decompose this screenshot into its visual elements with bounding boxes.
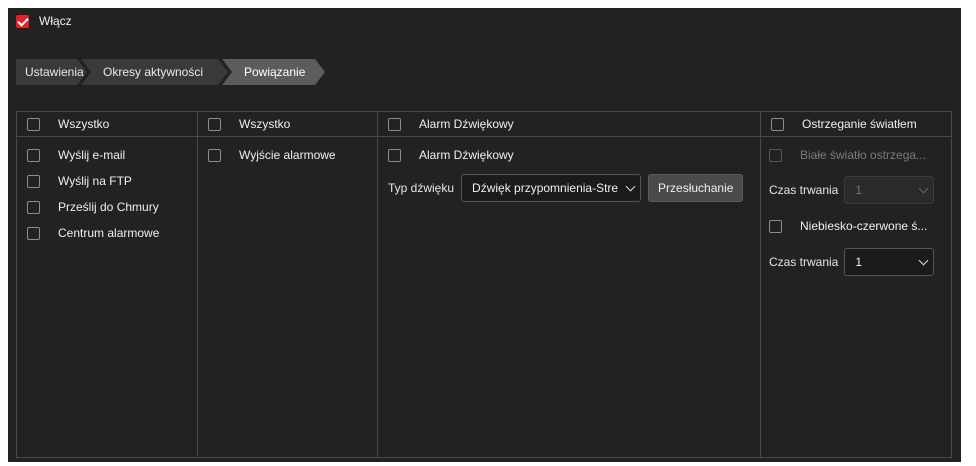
send-ftp-checkbox[interactable] xyxy=(27,174,40,188)
chevron-down-icon xyxy=(918,183,929,193)
send-ftp-label: Wyślij na FTP xyxy=(58,174,132,188)
audio-alarm-all-label: Alarm Dźwiękowy xyxy=(419,117,514,131)
duration-select-1[interactable]: 1 xyxy=(844,176,935,204)
list-item: Białe światło ostrzega... xyxy=(761,142,951,168)
duration-value-2: 1 xyxy=(855,255,863,269)
alarm-center-checkbox[interactable] xyxy=(27,226,40,240)
audio-alarm-all-checkbox[interactable] xyxy=(388,117,401,131)
linkage-grid: Wszystko Wyślij e-mail Wyślij na FTP Prz… xyxy=(16,111,952,458)
blue-red-label: Niebiesko-czerwone ś... xyxy=(800,219,928,233)
light-warning-all-label: Ostrzeganie światłem xyxy=(802,117,917,131)
audio-alarm-label: Alarm Dźwiękowy xyxy=(419,148,514,162)
alarm-output-header: Wszystko xyxy=(198,112,377,137)
list-item: Wyślij na FTP xyxy=(17,168,197,194)
send-email-checkbox[interactable] xyxy=(27,148,40,162)
light-warning-column: Ostrzeganie światłem Białe światło ostrz… xyxy=(761,112,951,457)
light-warning-header: Ostrzeganie światłem xyxy=(761,112,951,137)
alarm-output-all-checkbox[interactable] xyxy=(208,117,221,131)
linkage-panel: Włącz Ustawienia Okresy aktywności Powią… xyxy=(8,8,961,462)
blue-red-checkbox[interactable] xyxy=(769,219,782,233)
step-breadcrumb: Ustawienia Okresy aktywności Powiązanie xyxy=(16,59,327,85)
enable-label: Włącz xyxy=(39,14,72,28)
alarm-output-all-label: Wszystko xyxy=(239,117,291,131)
enable-checkbox[interactable] xyxy=(16,14,29,28)
list-item: Alarm Dźwiękowy xyxy=(378,142,760,168)
duration-label-1: Czas trwania xyxy=(769,183,839,197)
send-email-label: Wyślij e-mail xyxy=(58,148,126,162)
light-warning-all-checkbox[interactable] xyxy=(771,117,784,131)
alarm-center-label: Centrum alarmowe xyxy=(58,226,160,240)
listen-button[interactable]: Przesłuchanie xyxy=(648,174,744,202)
step-settings[interactable]: Ustawienia xyxy=(16,59,87,85)
notify-all-checkbox[interactable] xyxy=(27,117,40,131)
duration-row-2: Czas trwania 1 xyxy=(761,248,951,276)
list-item: Centrum alarmowe xyxy=(17,220,197,246)
audio-alarm-checkbox[interactable] xyxy=(388,148,401,162)
sound-type-label: Typ dźwięku xyxy=(388,181,455,195)
chevron-down-icon xyxy=(918,255,929,265)
duration-select-2[interactable]: 1 xyxy=(844,248,935,276)
notify-all-label: Wszystko xyxy=(58,117,110,131)
alarm-output-label: Wyjście alarmowe xyxy=(239,148,336,162)
step-linkage[interactable]: Powiązanie xyxy=(222,59,325,85)
white-light-label: Białe światło ostrzega... xyxy=(800,148,927,162)
notify-column: Wszystko Wyślij e-mail Wyślij na FTP Prz… xyxy=(17,112,198,457)
list-item: Prześlij do Chmury xyxy=(17,194,197,220)
list-item: Wyślij e-mail xyxy=(17,142,197,168)
duration-value-1: 1 xyxy=(855,183,863,197)
sound-type-value: Dźwięk przypomnienia-Stre xyxy=(472,181,619,195)
step-schedule[interactable]: Okresy aktywności xyxy=(81,59,228,85)
duration-label-2: Czas trwania xyxy=(769,255,839,269)
white-light-checkbox[interactable] xyxy=(769,148,782,162)
upload-cloud-checkbox[interactable] xyxy=(27,200,40,214)
sound-type-select[interactable]: Dźwięk przypomnienia-Stre xyxy=(461,174,642,202)
audio-alarm-header: Alarm Dźwiękowy xyxy=(378,112,760,137)
upload-cloud-label: Prześlij do Chmury xyxy=(58,200,159,214)
sound-type-row: Typ dźwięku Dźwięk przypomnienia-Stre Pr… xyxy=(378,174,760,202)
alarm-output-column: Wszystko Wyjście alarmowe xyxy=(198,112,378,457)
chevron-down-icon xyxy=(625,181,636,191)
alarm-output-checkbox[interactable] xyxy=(208,148,221,162)
list-item: Wyjście alarmowe xyxy=(198,142,377,168)
notify-header: Wszystko xyxy=(17,112,197,137)
duration-row-1: Czas trwania 1 xyxy=(761,176,951,204)
audio-alarm-column: Alarm Dźwiękowy Alarm Dźwiękowy Typ dźwi… xyxy=(378,112,761,457)
list-item: Niebiesko-czerwone ś... xyxy=(761,213,951,239)
enable-row: Włącz xyxy=(16,14,72,28)
